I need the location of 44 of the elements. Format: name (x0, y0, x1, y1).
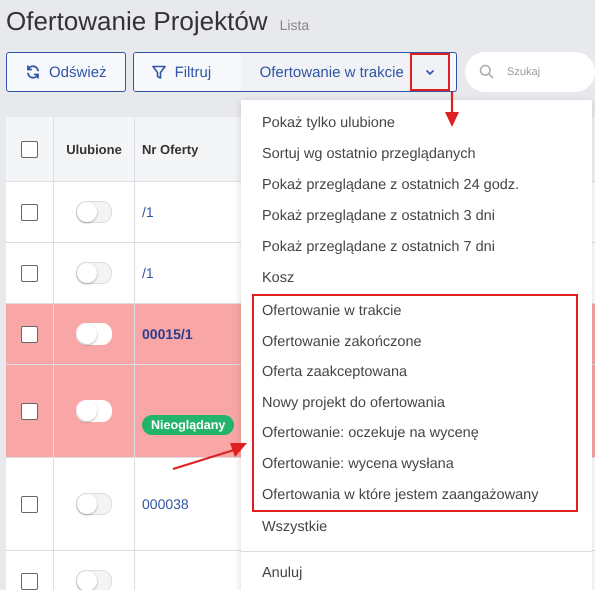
chevron-down-icon (424, 68, 435, 76)
page-title: Ofertowanie Projektów (6, 6, 268, 37)
row-checkbox[interactable] (21, 496, 38, 512)
status-badge: Nieoglądany (142, 415, 234, 435)
annotation-arrow (445, 92, 459, 128)
row-checkbox[interactable] (21, 264, 38, 282)
menu-item[interactable]: Sortuj wg ostatnio przeglądanych (241, 139, 592, 170)
refresh-icon (25, 64, 42, 80)
funnel-icon (152, 64, 166, 80)
menu-item[interactable]: Ofertowanie: wycena wysłana (254, 448, 576, 480)
select-all-checkbox[interactable] (21, 140, 38, 158)
row-checkbox[interactable] (21, 402, 38, 420)
column-header[interactable]: Nr Oferty (142, 142, 198, 156)
offer-number-link[interactable]: /1 (142, 265, 154, 281)
menu-item[interactable]: Oferta zaakceptowana (254, 357, 576, 388)
dropdown-button[interactable] (410, 53, 450, 91)
offer-number-link[interactable]: 000038 (142, 496, 189, 512)
favorite-toggle[interactable] (76, 201, 112, 223)
column-header[interactable]: Ulubione (66, 142, 122, 156)
menu-item[interactable]: Pokaż przeglądane z ostatnich 7 dni (241, 232, 592, 263)
row-checkbox[interactable] (21, 326, 38, 342)
menu-item[interactable]: Pokaż przeglądane z ostatnich 3 dni (241, 201, 592, 232)
menu-item[interactable]: Kosz (241, 263, 592, 294)
menu-item[interactable]: Ofertowanie zakończone (254, 326, 576, 358)
refresh-button[interactable]: Odśwież (6, 52, 126, 92)
menu-item[interactable]: Ofertowania w które jestem zaangażowany (254, 480, 576, 510)
page-subtitle: Lista (280, 17, 310, 33)
favorite-toggle[interactable] (76, 262, 112, 284)
favorite-toggle[interactable] (76, 570, 112, 590)
menu-item[interactable]: Nowy projekt do ofertowania (254, 388, 576, 418)
row-checkbox[interactable] (21, 572, 38, 590)
search-field[interactable]: Szukaj (465, 52, 595, 92)
favorite-toggle[interactable] (76, 493, 112, 515)
offer-number-link[interactable]: /1 (142, 204, 154, 220)
cancel-menu-item[interactable]: Anuluj (241, 558, 592, 590)
row-checkbox[interactable] (21, 204, 38, 220)
menu-item[interactable]: Ofertowanie w trakcie (254, 296, 576, 327)
offer-number-link[interactable]: 00015/1 (142, 326, 193, 342)
filter-select[interactable]: Ofertowanie w trakcie (240, 53, 410, 91)
menu-item[interactable]: Pokaż tylko ulubione (241, 108, 592, 139)
menu-item[interactable]: Pokaż przeglądane z ostatnich 24 godz. (241, 170, 592, 201)
menu-item[interactable]: Wszystkie (241, 512, 592, 544)
menu-item[interactable]: Ofertowanie: oczekuje na wycenę (254, 418, 576, 449)
search-icon (479, 64, 494, 79)
